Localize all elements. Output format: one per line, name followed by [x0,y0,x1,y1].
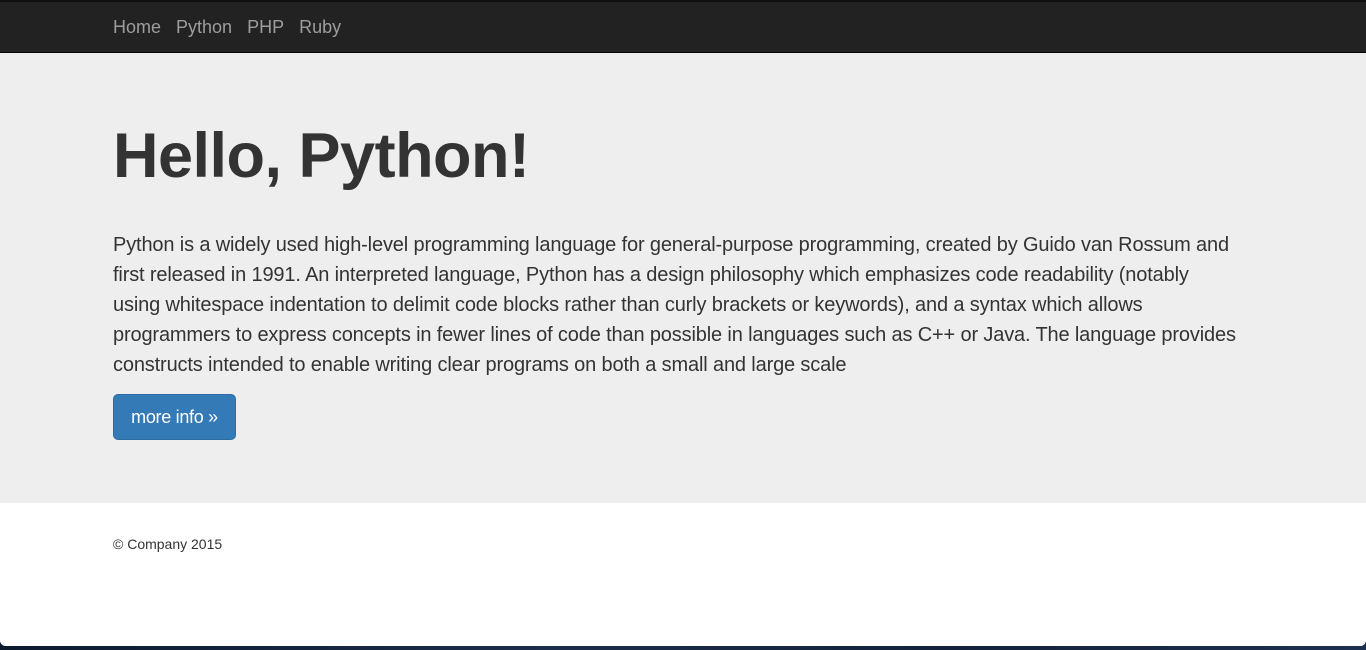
footer: © Company 2015 [0,503,1366,646]
more-info-button[interactable]: more info » [113,394,236,440]
intro-paragraph: Python is a widely used high-level progr… [113,234,1236,376]
nav-link-php[interactable]: PHP [247,16,284,38]
nav-link-ruby[interactable]: Ruby [299,16,341,38]
jumbotron: Hello, Python! Python is a widely used h… [0,53,1366,503]
browser-page: Home Python PHP Ruby Hello, Python! Pyth… [0,0,1366,646]
nav-links: Home Python PHP Ruby [113,16,341,38]
top-navbar: Home Python PHP Ruby [0,0,1366,53]
nav-link-python[interactable]: Python [176,16,232,38]
page-title: Hello, Python! [113,121,530,191]
copyright-text: © Company 2015 [113,536,223,552]
nav-link-home[interactable]: Home [113,16,161,38]
